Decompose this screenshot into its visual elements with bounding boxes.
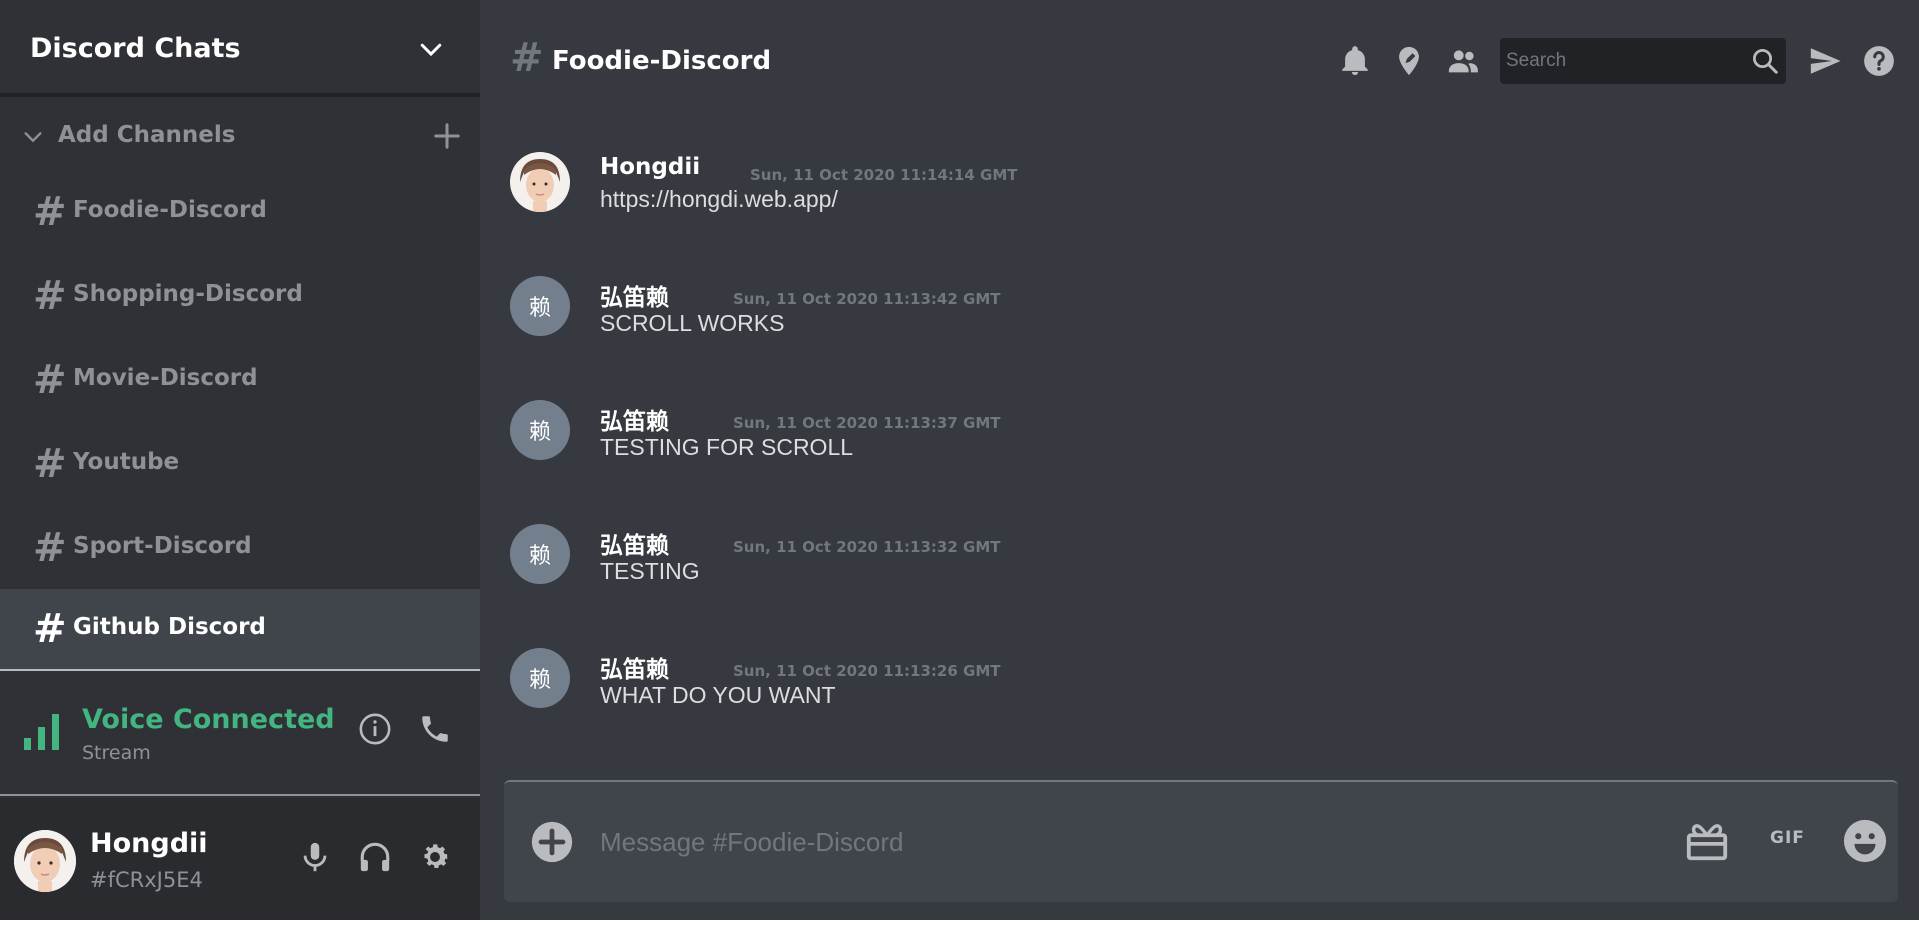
message-text: SCROLL WORKS bbox=[600, 310, 785, 336]
voice-status: Voice Connected bbox=[82, 704, 335, 735]
channel-item-youtube[interactable]: # Youtube bbox=[0, 424, 480, 504]
channel-label: Foodie-Discord bbox=[73, 197, 267, 223]
channel-label: Shopping-Discord bbox=[73, 281, 303, 307]
add-attachment-icon[interactable] bbox=[530, 820, 574, 864]
channel-label: Movie-Discord bbox=[73, 365, 258, 391]
message-composer: GIF bbox=[504, 780, 1898, 902]
channel-item-sport-discord[interactable]: # Sport-Discord bbox=[0, 508, 480, 588]
message-timestamp: Sun, 11 Oct 2020 11:13:42 GMT bbox=[733, 290, 1001, 308]
avatar[interactable] bbox=[510, 152, 570, 212]
search-box[interactable] bbox=[1500, 38, 1786, 84]
message-timestamp: Sun, 11 Oct 2020 11:13:32 GMT bbox=[733, 538, 1001, 556]
message-text: WHAT DO YOU WANT bbox=[600, 682, 836, 708]
channel-title: Foodie-Discord bbox=[552, 46, 772, 76]
channel-item-github-discord[interactable]: # Github Discord bbox=[0, 589, 480, 671]
avatar[interactable]: 赖 bbox=[510, 400, 570, 460]
message-timestamp: Sun, 11 Oct 2020 11:13:26 GMT bbox=[733, 662, 1001, 680]
chevron-down-icon[interactable] bbox=[22, 126, 44, 148]
message-text: TESTING FOR SCROLL bbox=[600, 434, 854, 460]
user-photo-icon bbox=[14, 830, 76, 892]
channel-header: # Foodie-Discord bbox=[480, 0, 1919, 96]
message-item: 赖 弘笛赖 Sun, 11 Oct 2020 11:13:26 GMT WHAT… bbox=[510, 648, 1890, 728]
channel-item-foodie-discord[interactable]: # Foodie-Discord bbox=[0, 172, 480, 252]
user-photo-icon bbox=[510, 152, 570, 212]
send-icon[interactable] bbox=[1808, 44, 1842, 78]
discord-app: Discord Chats Add Channels # Foodie-Disc… bbox=[0, 0, 1919, 926]
message-text[interactable]: https://hongdi.web.app/ bbox=[600, 186, 838, 213]
message-author: 弘笛赖 bbox=[600, 533, 669, 559]
message-timestamp: Sun, 11 Oct 2020 11:13:37 GMT bbox=[733, 414, 1001, 432]
server-header[interactable]: Discord Chats bbox=[0, 0, 480, 97]
phone-icon[interactable] bbox=[418, 712, 452, 746]
server-title: Discord Chats bbox=[30, 33, 241, 64]
help-icon[interactable] bbox=[1862, 44, 1896, 78]
info-icon[interactable] bbox=[358, 712, 392, 746]
channel-label: Youtube bbox=[73, 449, 180, 475]
message-item: 赖 弘笛赖 Sun, 11 Oct 2020 11:13:42 GMT SCRO… bbox=[510, 276, 1890, 356]
search-icon[interactable] bbox=[1750, 46, 1780, 76]
gif-button[interactable]: GIF bbox=[1770, 828, 1805, 848]
emoji-icon[interactable] bbox=[1842, 818, 1888, 864]
message-list: Hongdii Sun, 11 Oct 2020 11:14:14 GMT ht… bbox=[480, 96, 1919, 766]
hash-icon: # bbox=[33, 357, 67, 403]
signal-bars-icon bbox=[24, 714, 59, 750]
channel-item-shopping-discord[interactable]: # Shopping-Discord bbox=[0, 256, 480, 336]
chevron-down-icon[interactable] bbox=[416, 34, 446, 64]
channel-label: Sport-Discord bbox=[73, 533, 252, 559]
hash-icon: # bbox=[33, 606, 67, 652]
message-timestamp: Sun, 11 Oct 2020 11:14:14 GMT bbox=[750, 166, 1018, 184]
voice-panel: Voice Connected Stream bbox=[0, 672, 480, 796]
message-author: 弘笛赖 bbox=[600, 409, 669, 435]
plus-icon[interactable] bbox=[432, 121, 462, 151]
hash-icon: # bbox=[33, 273, 67, 319]
hash-icon: # bbox=[33, 441, 67, 487]
avatar[interactable]: 赖 bbox=[510, 648, 570, 708]
window-bottom-edge bbox=[0, 920, 1919, 926]
username: Hongdii bbox=[90, 828, 208, 859]
members-icon[interactable] bbox=[1446, 44, 1480, 78]
message-item: 赖 弘笛赖 Sun, 11 Oct 2020 11:13:32 GMT TEST… bbox=[510, 524, 1890, 604]
voice-channel: Stream bbox=[82, 742, 151, 764]
gear-icon[interactable] bbox=[418, 840, 452, 874]
message-item: Hongdii Sun, 11 Oct 2020 11:14:14 GMT ht… bbox=[510, 152, 1890, 232]
user-panel: Hongdii #fCRxJ5E4 bbox=[0, 798, 480, 926]
hash-icon: # bbox=[510, 35, 544, 81]
location-icon[interactable] bbox=[1392, 44, 1426, 78]
message-text: TESTING bbox=[600, 558, 700, 584]
chat-area: # Foodie-Discord Search Hongdii Sun, 11 … bbox=[480, 0, 1919, 926]
headphones-icon[interactable] bbox=[358, 840, 392, 874]
add-channels-label: Add Channels bbox=[58, 122, 236, 148]
search-input[interactable] bbox=[1500, 38, 1740, 84]
channel-item-movie-discord[interactable]: # Movie-Discord bbox=[0, 340, 480, 420]
gift-icon[interactable] bbox=[1684, 818, 1730, 864]
message-author: Hongdii bbox=[600, 154, 701, 180]
user-tag: #fCRxJ5E4 bbox=[90, 868, 203, 892]
add-channels-header[interactable]: Add Channels bbox=[0, 116, 480, 156]
message-author: 弘笛赖 bbox=[600, 657, 669, 683]
message-author: 弘笛赖 bbox=[600, 285, 669, 311]
message-input[interactable] bbox=[600, 814, 1600, 870]
avatar[interactable]: 赖 bbox=[510, 524, 570, 584]
microphone-icon[interactable] bbox=[298, 840, 332, 874]
sidebar: Discord Chats Add Channels # Foodie-Disc… bbox=[0, 0, 480, 926]
hash-icon: # bbox=[33, 189, 67, 235]
message-item: 赖 弘笛赖 Sun, 11 Oct 2020 11:13:37 GMT TEST… bbox=[510, 400, 1890, 480]
bell-icon[interactable] bbox=[1338, 44, 1372, 78]
channel-label: Github Discord bbox=[73, 614, 266, 640]
avatar[interactable]: 赖 bbox=[510, 276, 570, 336]
hash-icon: # bbox=[33, 525, 67, 571]
avatar[interactable] bbox=[14, 830, 76, 892]
